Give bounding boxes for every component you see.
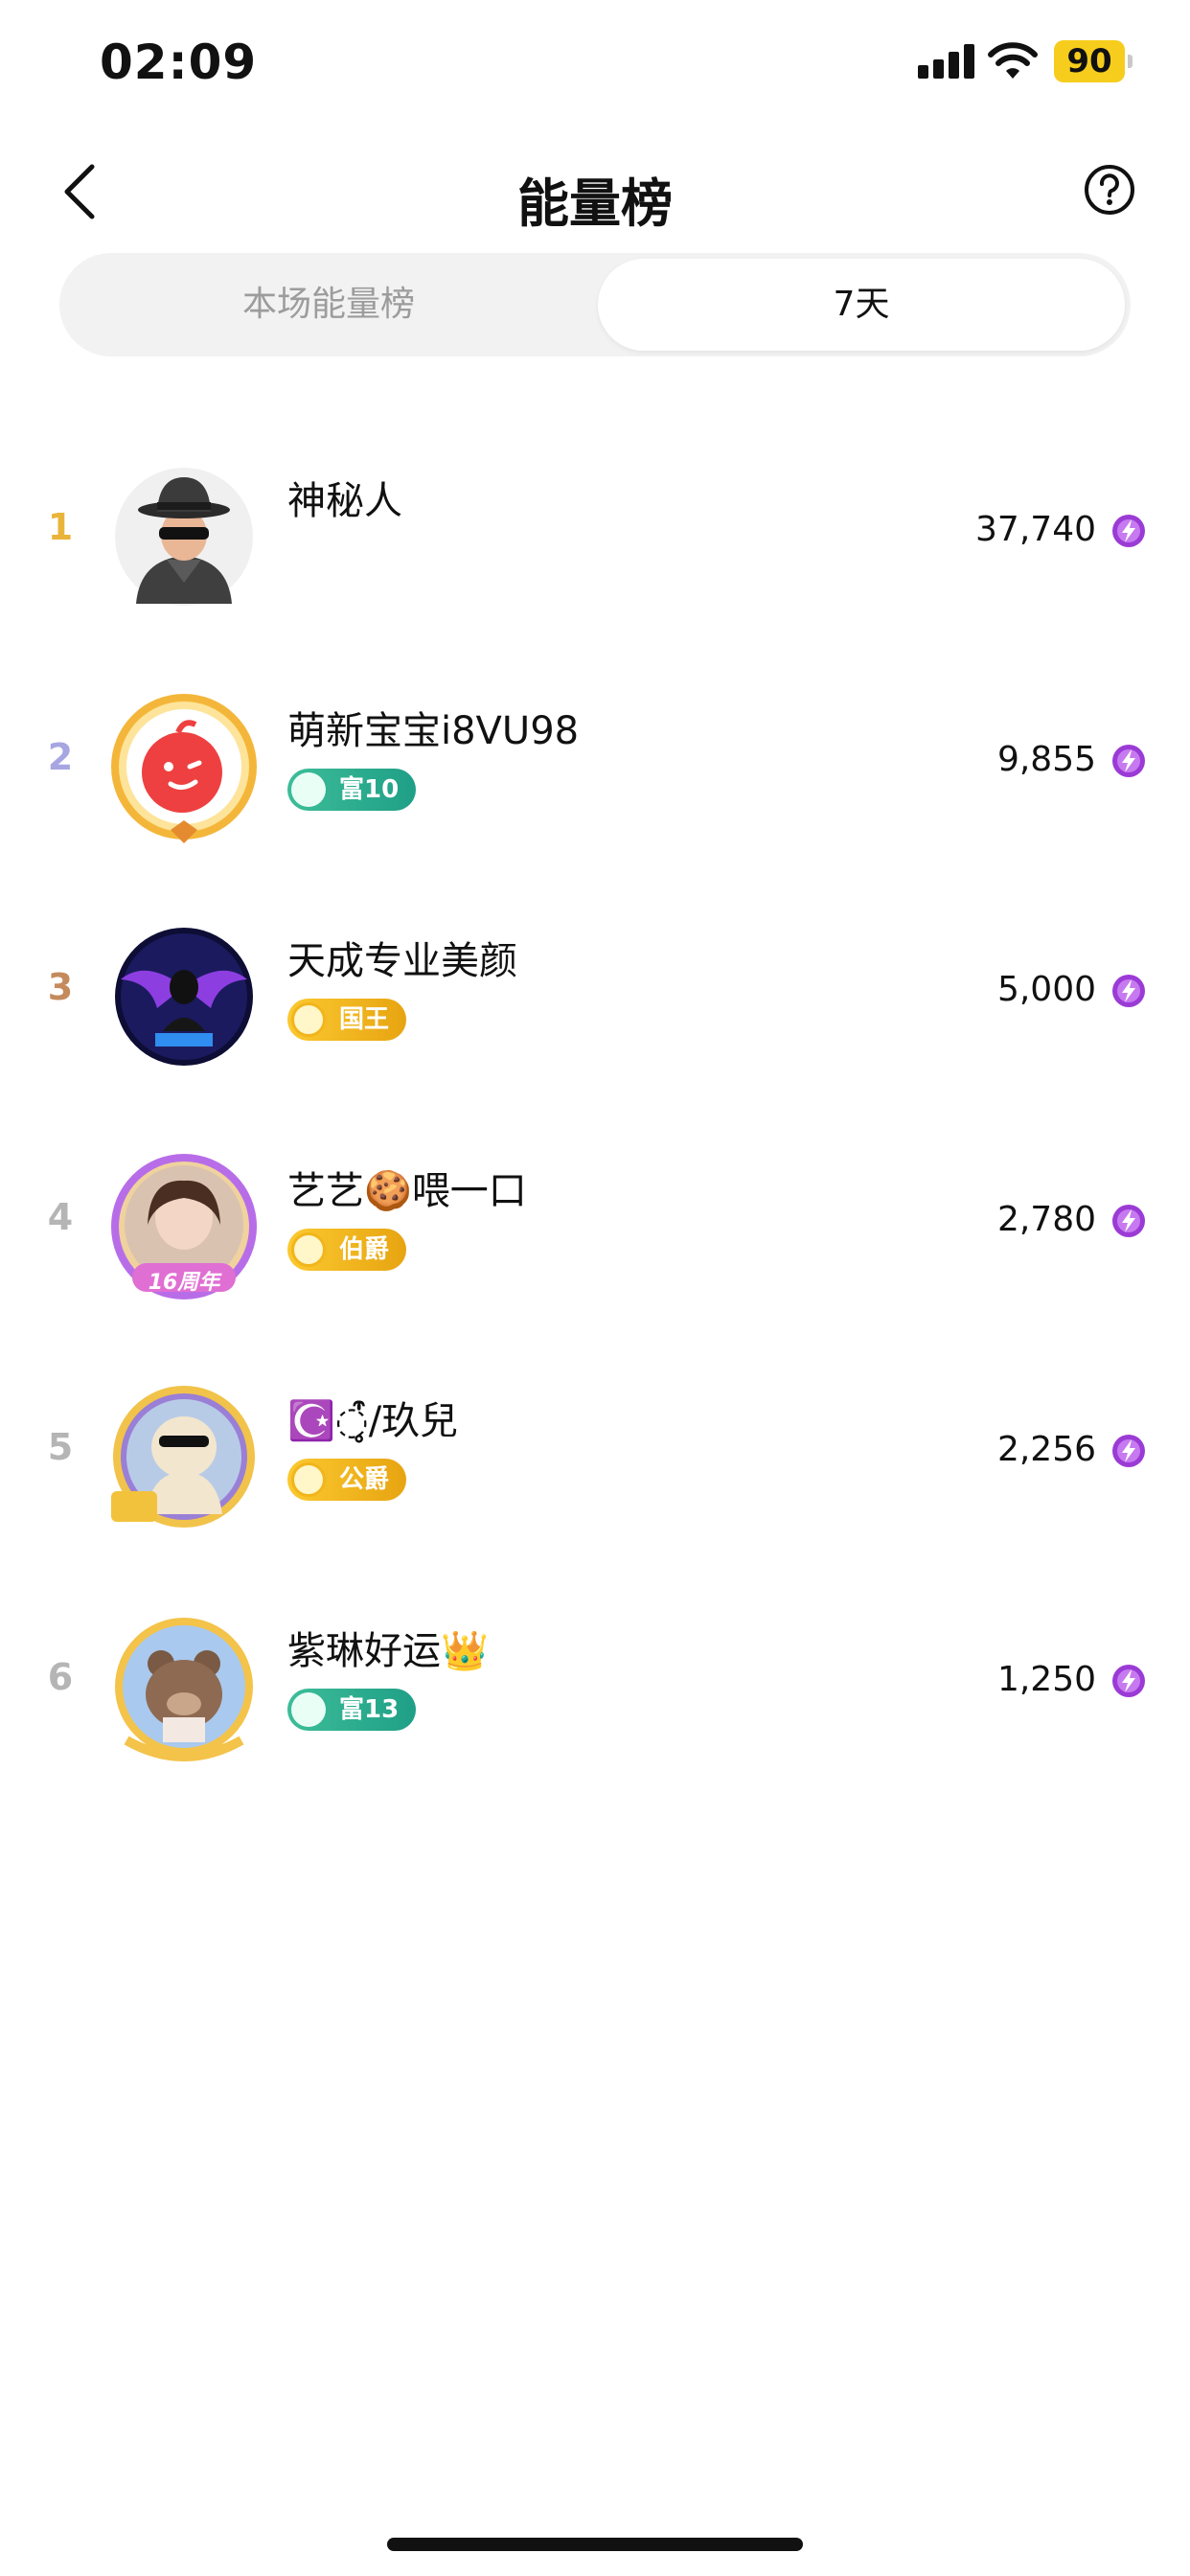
- status-bar: 02:09 90: [0, 0, 1190, 134]
- noble-rank-icon: [291, 1462, 326, 1497]
- status-time: 02:09: [100, 34, 258, 90]
- badge-label: 公爵: [339, 1465, 390, 1494]
- wealth-level-badge: 富10: [287, 769, 417, 811]
- rank-number: 6: [47, 1656, 74, 1698]
- badge-label: 伯爵: [339, 1235, 390, 1264]
- avatar[interactable]: [107, 1610, 261, 1763]
- rank-number: 3: [47, 966, 74, 1008]
- energy-score: 37,740: [975, 510, 1096, 549]
- user-name: 紫琳好运👑: [287, 1629, 489, 1673]
- rank-number: 4: [47, 1196, 74, 1238]
- energy-lightning-icon: [1112, 1435, 1145, 1467]
- noble-rank-icon: [291, 1002, 326, 1037]
- page-title: 能量榜: [517, 173, 673, 234]
- anniversary-label: 16周年: [148, 1271, 220, 1295]
- wifi-icon: [988, 42, 1038, 79]
- ranking-row[interactable]: 2 萌新宝宝i8VU98 富10 9,855: [0, 671, 1190, 901]
- home-indicator[interactable]: [387, 2538, 803, 2551]
- ranking-period-tabs: 本场能量榜 7天: [59, 253, 1131, 356]
- rank-number: 1: [47, 506, 74, 548]
- energy-lightning-icon: [1112, 975, 1145, 1007]
- avatar[interactable]: [107, 460, 261, 613]
- energy-lightning-icon: [1112, 515, 1145, 547]
- energy-score: 2,780: [996, 1200, 1096, 1239]
- energy-lightning-icon: [1112, 1665, 1145, 1697]
- user-name: ☪️◌̥̥͒͒̍̍/玖兒: [287, 1399, 459, 1443]
- tab-7-days[interactable]: 7天: [598, 259, 1125, 351]
- user-name: 萌新宝宝i8VU98: [287, 709, 580, 753]
- avatar[interactable]: [107, 920, 261, 1073]
- energy-score: 5,000: [996, 970, 1096, 1009]
- noble-rank-badge: 国王: [287, 999, 407, 1041]
- rank-number: 5: [47, 1426, 74, 1468]
- energy-score: 1,250: [996, 1660, 1096, 1699]
- avatar[interactable]: 16周年: [107, 1150, 261, 1303]
- badge-label: 富13: [339, 1695, 400, 1724]
- badge-label: 富10: [339, 775, 400, 804]
- energy-lightning-icon: [1112, 1205, 1145, 1237]
- avatar[interactable]: [107, 690, 261, 843]
- noble-rank-icon: [291, 1232, 326, 1267]
- ranking-row[interactable]: 6 紫琳好运👑 富13 1,250: [0, 1591, 1190, 1821]
- wealth-level-icon: [291, 772, 326, 807]
- nav-bar: 能量榜: [0, 144, 1190, 240]
- rank-number: 2: [47, 736, 74, 778]
- battery-level: 90: [1054, 40, 1125, 82]
- energy-score: 2,256: [996, 1430, 1096, 1469]
- energy-lightning-icon: [1112, 745, 1145, 777]
- noble-rank-badge: 公爵: [287, 1459, 407, 1501]
- wealth-level-badge: 富13: [287, 1689, 417, 1731]
- ranking-row[interactable]: 4 16周年 艺艺🍪喂一口 伯爵 2,780: [0, 1131, 1190, 1361]
- wealth-level-icon: [291, 1692, 326, 1727]
- user-name: 神秘人: [287, 479, 402, 523]
- avatar[interactable]: [107, 1380, 261, 1533]
- energy-score: 9,855: [996, 740, 1096, 779]
- cellular-signal-icon: [918, 44, 975, 79]
- ranking-row[interactable]: 1 神秘人 37,740: [0, 441, 1190, 671]
- tab-current-session[interactable]: 本场能量榜: [65, 259, 592, 351]
- badge-label: 国王: [339, 1005, 390, 1034]
- user-name: 天成专业美颜: [287, 939, 517, 983]
- noble-rank-badge: 伯爵: [287, 1229, 407, 1271]
- user-name: 艺艺🍪喂一口: [287, 1169, 527, 1213]
- ranking-row[interactable]: 3 天成专业美颜 国王 5,000: [0, 901, 1190, 1131]
- ranking-row[interactable]: 5 ☪️◌̥̥͒͒̍̍/玖兒 公爵 2,256: [0, 1361, 1190, 1591]
- battery-icon: 90: [1054, 40, 1133, 82]
- help-icon[interactable]: [1083, 163, 1136, 217]
